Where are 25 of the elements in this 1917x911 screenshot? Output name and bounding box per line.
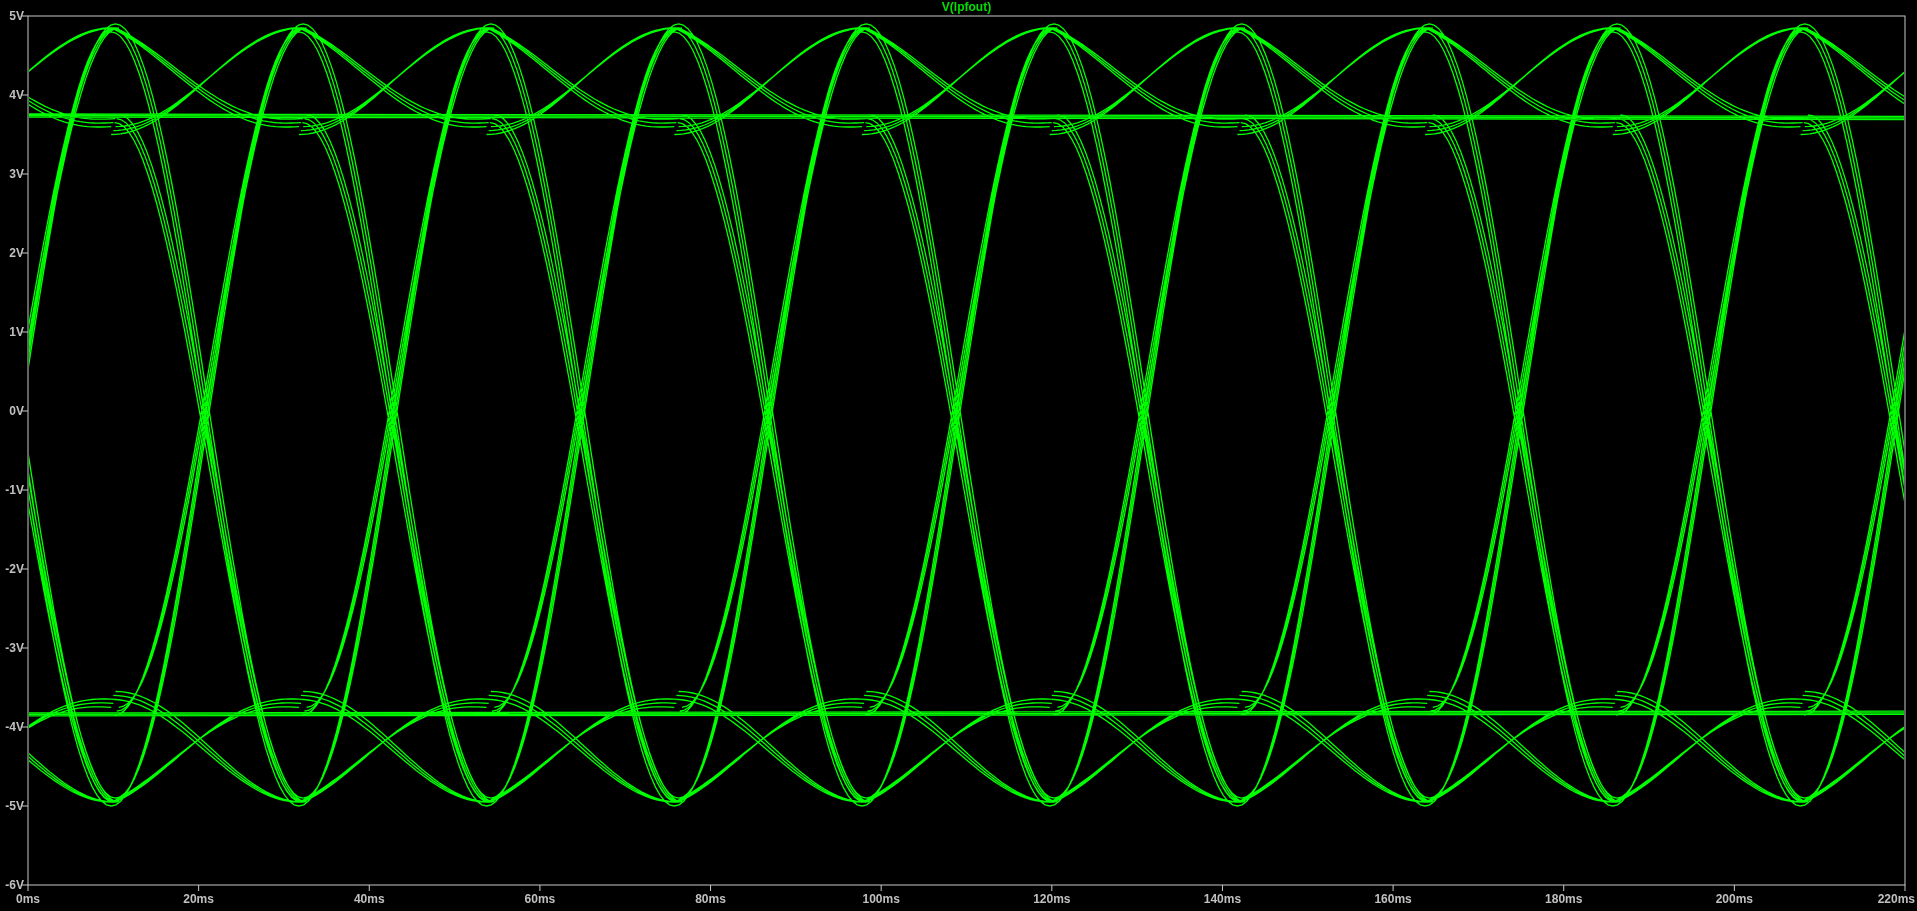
x-axis-label: 0ms	[16, 892, 40, 906]
x-axis-label: 120ms	[1033, 892, 1071, 906]
y-axis-label: 4V	[9, 88, 24, 102]
x-axis-label: 20ms	[183, 892, 214, 906]
x-axis-label: 160ms	[1374, 892, 1412, 906]
x-axis-label: 60ms	[524, 892, 556, 906]
x-axis-label: 180ms	[1545, 892, 1583, 906]
y-axis-label: 2V	[9, 246, 24, 260]
plot-title: V(lpfout)	[941, 0, 992, 14]
x-axis-label: 220ms	[1877, 892, 1915, 906]
y-axis-label: -4V	[5, 720, 24, 734]
y-axis-label: 3V	[9, 167, 24, 181]
y-axis-label: 1V	[9, 325, 24, 339]
y-axis-label: -6V	[5, 878, 24, 892]
y-axis-label: -1V	[5, 483, 24, 497]
y-axis-label: -3V	[5, 641, 24, 655]
y-axis-label: -2V	[5, 562, 24, 576]
x-axis-label: 140ms	[1203, 892, 1242, 906]
x-axis-label: 200ms	[1715, 892, 1754, 906]
y-axis-label: 5V	[9, 9, 24, 23]
x-axis-label: 80ms	[695, 892, 726, 906]
x-axis-label: 40ms	[353, 892, 385, 906]
y-axis-label: 0V	[9, 404, 24, 418]
y-axis-label: -5V	[5, 799, 24, 813]
x-axis-label: 100ms	[862, 892, 900, 906]
